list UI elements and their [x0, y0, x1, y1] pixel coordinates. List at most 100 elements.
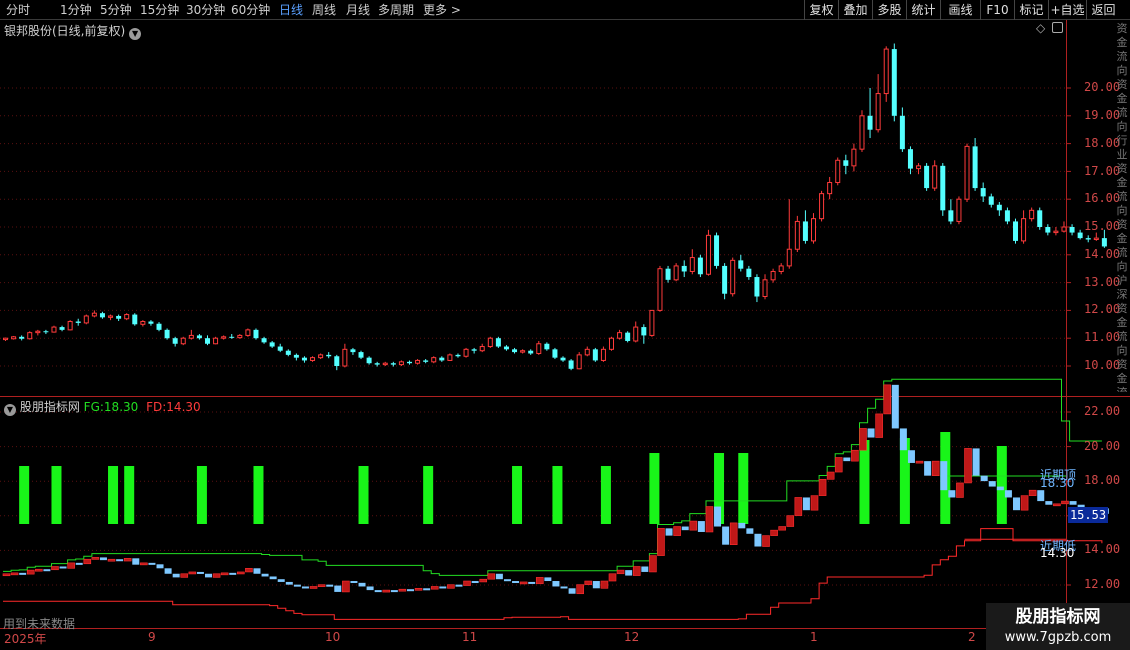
candlestick-series [3, 43, 1107, 371]
side-tab-char: 向 [1116, 204, 1128, 217]
indicator-candle [956, 482, 964, 498]
candle-body [899, 115, 905, 150]
period-tab-weekly[interactable]: 周线 [312, 2, 336, 18]
stats-button[interactable]: 统计 [906, 0, 940, 20]
candle-body [811, 218, 816, 242]
indicator-candle [915, 460, 924, 464]
candle-body [843, 160, 849, 166]
candle-body [447, 354, 453, 361]
add-watchlist-button[interactable]: +自选 [1048, 0, 1086, 20]
candle-body [398, 361, 404, 366]
back-button[interactable]: 返回 [1086, 0, 1120, 20]
ind-tick: 12.00 [1084, 577, 1121, 591]
indicator-candle [285, 581, 293, 585]
side-tab-char: 资 [1116, 22, 1128, 35]
indicator-candle [810, 495, 819, 511]
period-tab-more[interactable]: 更多 > [423, 2, 461, 18]
period-tab-30min[interactable]: 30分钟 [186, 2, 225, 18]
candle-body [584, 348, 590, 356]
period-tab-15min[interactable]: 15分钟 [140, 2, 179, 18]
signal-bar-series [19, 432, 1007, 524]
candle-body [1037, 210, 1043, 227]
indicator-candle [689, 520, 698, 531]
overlay-button[interactable]: 叠加 [838, 0, 872, 20]
candle-body [390, 363, 396, 365]
candle-body [277, 346, 283, 351]
indicator-candle [754, 533, 762, 547]
indicator-candle [10, 572, 19, 576]
indicator-candle [439, 586, 447, 589]
candle-body [576, 354, 582, 370]
indicator-candle [188, 571, 197, 575]
candle-body [940, 165, 946, 211]
indicator-candle [479, 578, 488, 583]
indicator-candle [722, 526, 730, 545]
period-tab-5min[interactable]: 5分钟 [100, 2, 132, 18]
chart-canvas[interactable] [0, 20, 1130, 650]
candle-body [487, 337, 493, 348]
period-tab-60min[interactable]: 60分钟 [231, 2, 270, 18]
fd-label: FD: [146, 400, 167, 414]
candle-body [641, 327, 647, 336]
indicator-candle [407, 589, 414, 592]
candle-body [625, 332, 631, 341]
candle-body [609, 337, 614, 350]
candle-body [835, 159, 841, 184]
indicator-candle [1069, 501, 1077, 505]
indicator-candle [738, 522, 746, 529]
multi-stock-button[interactable]: 多股 [872, 0, 906, 20]
side-tab-char: 向 [1116, 120, 1128, 133]
candle-body [245, 329, 251, 336]
candle-body [592, 349, 598, 361]
f10-button[interactable]: F10 [980, 0, 1014, 20]
chevron-down-icon[interactable]: ▼ [4, 404, 16, 416]
indicator-candle [19, 572, 27, 575]
period-tab-multi[interactable]: 多周期 [378, 2, 414, 18]
candle-body [714, 235, 720, 266]
period-tab-timeshare[interactable]: 分时 [6, 2, 30, 18]
indicator-candle [964, 448, 972, 484]
side-tab-char: 资 [1116, 302, 1128, 315]
mark-button[interactable]: 标记 [1014, 0, 1048, 20]
signal-bar [358, 466, 369, 524]
indicator-candle [899, 428, 907, 451]
indicator-candle [665, 528, 673, 536]
candle-body [730, 259, 736, 295]
candle-body [148, 321, 154, 324]
current-value-badge: 15.53 [1068, 507, 1108, 523]
indicator-candle [67, 562, 75, 569]
indicator-candle [948, 490, 956, 498]
draw-line-button[interactable]: 画线 [940, 0, 980, 20]
indicator-candle [253, 568, 261, 574]
side-tab-char: 金 [1116, 232, 1128, 245]
indicator-candle [317, 584, 326, 587]
indicator-candle [1013, 497, 1020, 511]
indicator-candle [560, 586, 568, 589]
period-tab-monthly[interactable]: 月线 [346, 2, 370, 18]
candle-body [75, 321, 81, 323]
indicator-candle [673, 526, 681, 536]
indicator-candle [237, 571, 245, 575]
side-tab-char: 金 [1116, 316, 1128, 329]
candle-body [439, 357, 445, 361]
period-tab-daily[interactable]: 日线 [279, 2, 303, 18]
candle-body [11, 336, 17, 340]
indicator-candle [818, 478, 827, 496]
candle-body [83, 315, 89, 324]
adjust-button[interactable]: 复权 [804, 0, 838, 20]
period-tab-1min[interactable]: 1分钟 [60, 2, 92, 18]
indicator-candle [843, 457, 851, 462]
candle-body [697, 257, 703, 275]
indicator-candle [770, 529, 778, 536]
candle-body [374, 363, 380, 365]
candle-body [431, 357, 437, 363]
side-tab-char: 资 [1116, 162, 1128, 175]
candle-body [1085, 238, 1091, 240]
candle-body [132, 314, 138, 325]
candle-body [269, 342, 275, 347]
candle-body [213, 337, 219, 345]
indicator-candle [180, 573, 189, 578]
side-tab-strip[interactable]: 资金流向资金流向行业资金流向资金流向沪深资金流向资金流向收 [1114, 22, 1130, 392]
indicator-candle [972, 448, 980, 476]
candle-body [116, 315, 122, 319]
